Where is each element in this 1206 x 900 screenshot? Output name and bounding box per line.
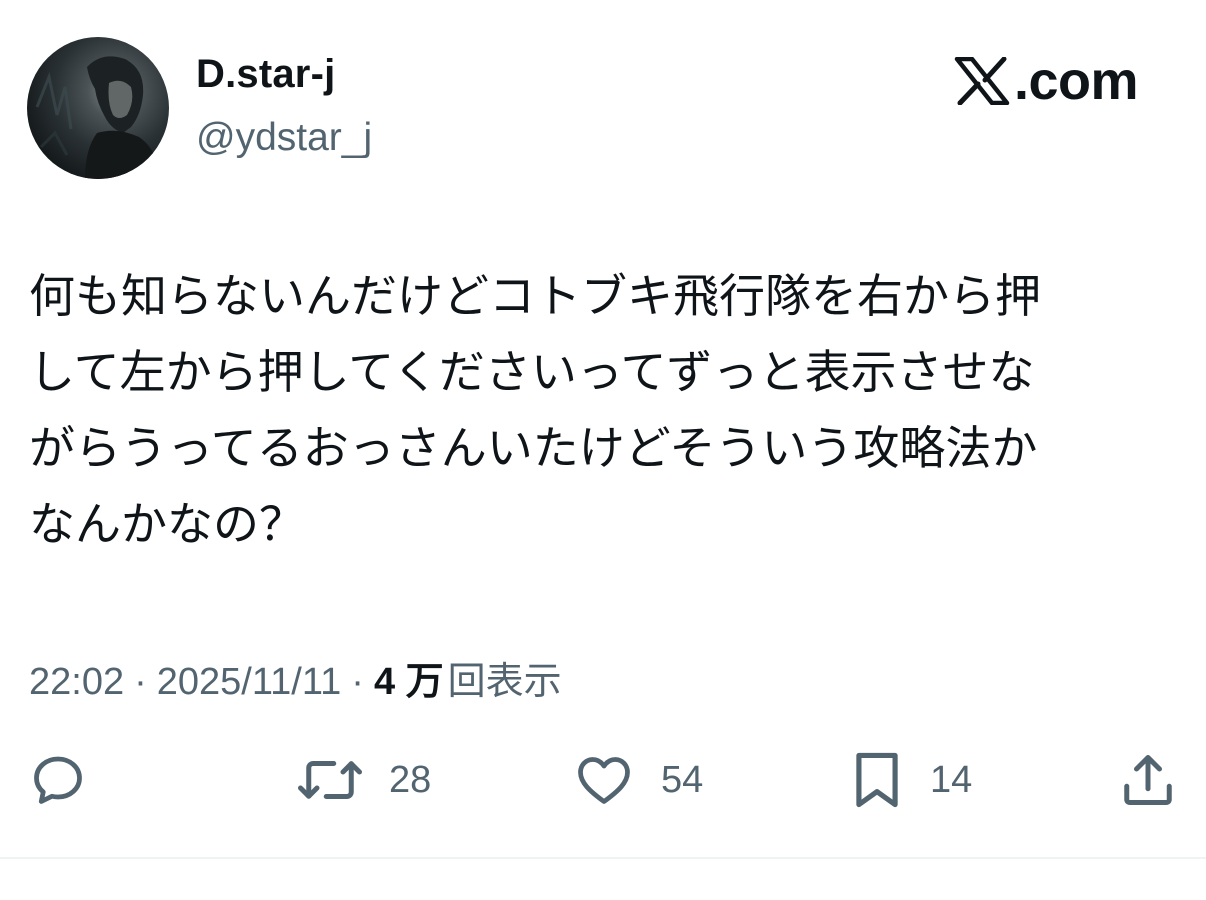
like-count: 54 (661, 758, 704, 801)
share-icon (1124, 755, 1172, 805)
bookmark-count: 14 (930, 758, 973, 801)
bookmark-icon (856, 752, 898, 808)
avatar-photo (35, 56, 161, 179)
divider (0, 857, 1206, 859)
x-logo-icon (954, 57, 1010, 105)
share-button[interactable] (1118, 748, 1178, 812)
author-display-name[interactable]: D.star-j (196, 52, 335, 97)
meta-separator: · (134, 661, 147, 703)
tweet-text: 何も知らないんだけどコトブキ飛行隊を右から押 して左から押してくださいってずっと… (29, 269, 1041, 551)
views-label: 回表示 (447, 661, 562, 703)
tweet-time[interactable]: 22:02 (29, 661, 124, 704)
tweet-meta: 22:02 · 2025/11/11 · 4 万 回表示 (29, 650, 562, 705)
retweet-count: 28 (389, 758, 432, 801)
tweet-date[interactable]: 2025/11/11 (157, 661, 342, 704)
author-handle[interactable]: @ydstar_j (196, 116, 372, 160)
reply-icon (34, 756, 82, 804)
author-avatar[interactable] (27, 37, 169, 179)
brand-domain-suffix: .com (1013, 51, 1139, 111)
reply-button[interactable] (28, 748, 88, 812)
heart-icon (578, 757, 630, 804)
brand-logo: .com (954, 50, 1139, 112)
retweet-button[interactable]: 28 (297, 748, 431, 812)
views-count: 4 万 (373, 661, 444, 703)
retweet-icon (298, 761, 362, 799)
bookmark-button[interactable]: 14 (850, 748, 972, 812)
meta-separator: · (351, 661, 364, 703)
like-button[interactable]: 54 (573, 748, 703, 812)
